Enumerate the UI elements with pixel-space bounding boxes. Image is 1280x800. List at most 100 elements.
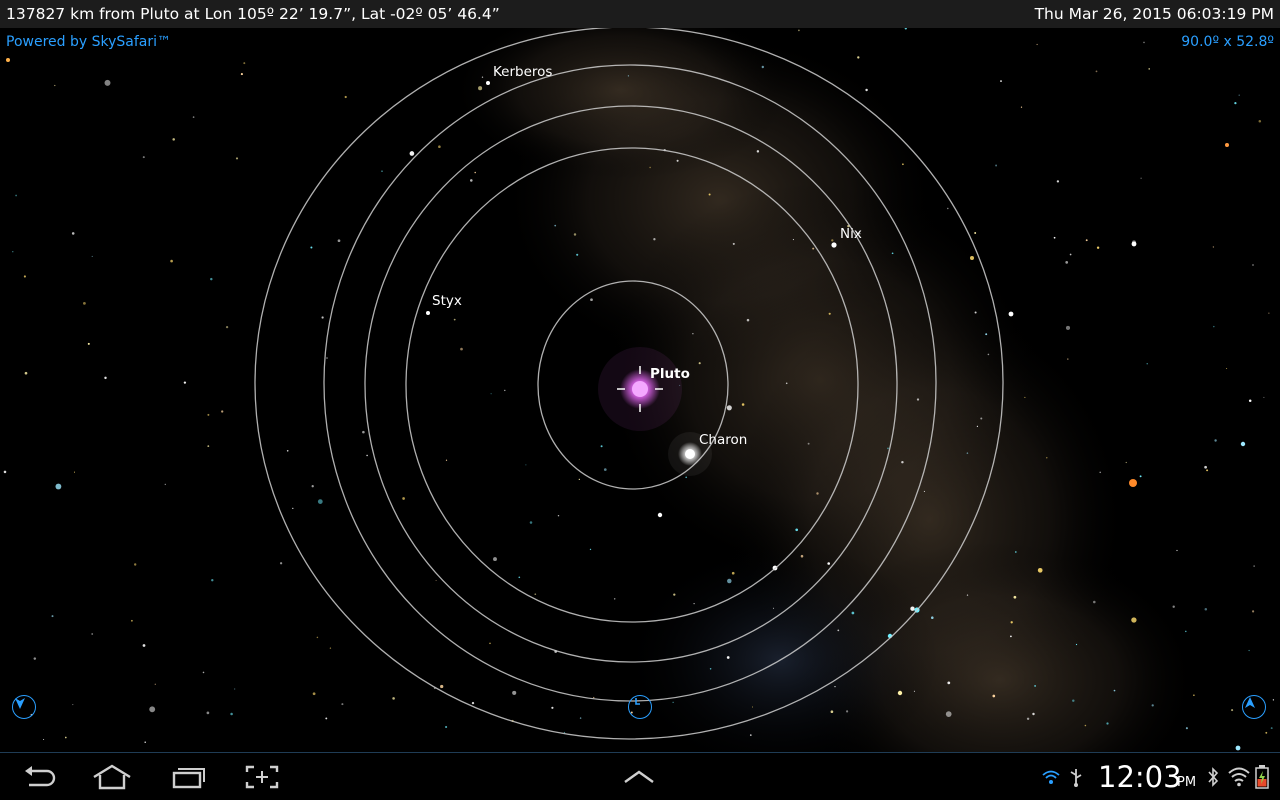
bright-star [1235, 745, 1241, 751]
usb-icon [1068, 767, 1084, 787]
nix-label[interactable]: Nix [840, 226, 862, 242]
star [1036, 43, 1038, 46]
star [1248, 649, 1250, 652]
star [83, 302, 86, 305]
star [512, 690, 517, 695]
star [887, 447, 889, 450]
kerberos-label[interactable]: Kerberos [493, 64, 552, 80]
screenshot-icon [245, 765, 279, 789]
date-time-text[interactable]: Thu Mar 26, 2015 06:03:19 PM [1035, 0, 1274, 28]
star [1265, 731, 1268, 734]
sky-chart[interactable]: Powered by SkySafari™ 90.0º x 52.8º Plut… [0, 28, 1280, 752]
star [603, 468, 607, 471]
star [440, 684, 444, 689]
star [1193, 694, 1195, 696]
compass-up-button[interactable] [1242, 695, 1266, 719]
recent-apps-icon [172, 768, 205, 789]
milky-way-band [450, 28, 1200, 752]
recent-apps-button[interactable] [166, 761, 210, 793]
star [578, 478, 580, 480]
star [1263, 396, 1265, 398]
star [857, 56, 860, 59]
star [992, 694, 996, 698]
star [172, 138, 175, 141]
star [525, 464, 527, 466]
star [904, 28, 907, 30]
star [438, 145, 441, 148]
star [600, 445, 603, 448]
pluto-target[interactable] [598, 347, 682, 431]
star [1248, 399, 1252, 403]
star [827, 562, 831, 565]
powered-by-text[interactable]: Powered by SkySafari™ [6, 34, 171, 50]
pluto-label[interactable]: Pluto [650, 366, 690, 382]
star [316, 636, 319, 639]
back-button[interactable] [17, 761, 61, 793]
star [1053, 236, 1056, 239]
star [183, 381, 187, 384]
star [435, 579, 437, 582]
star [1014, 551, 1017, 553]
star [1046, 457, 1048, 459]
star [192, 116, 195, 118]
charon-label[interactable]: Charon [699, 432, 747, 448]
sky-canvas[interactable] [0, 28, 1280, 752]
star [1069, 253, 1072, 256]
star [785, 382, 788, 385]
system-clock[interactable]: 12:03 [1098, 759, 1182, 795]
star [698, 362, 701, 365]
bright-star [1129, 479, 1137, 487]
star [830, 710, 834, 714]
time-flow-button[interactable] [628, 695, 652, 719]
star [1096, 246, 1100, 249]
star [1037, 567, 1043, 573]
star [409, 151, 415, 156]
star [931, 616, 934, 619]
star [831, 239, 834, 242]
star [453, 318, 456, 321]
star [170, 259, 173, 263]
star [576, 253, 579, 256]
home-button[interactable] [90, 761, 134, 793]
star [807, 442, 810, 445]
wifi-signal-icon [1042, 769, 1060, 785]
star [980, 417, 983, 420]
star [460, 347, 463, 351]
star [317, 499, 323, 504]
star [837, 629, 840, 632]
star [1010, 635, 1012, 638]
star [24, 371, 28, 375]
star [1072, 699, 1075, 702]
styx-label[interactable]: Styx [432, 293, 462, 309]
star [33, 657, 37, 660]
star [554, 224, 557, 227]
app-menu-button[interactable] [617, 761, 661, 793]
star [470, 179, 473, 182]
star [54, 84, 56, 87]
star [1213, 325, 1215, 328]
star [1106, 722, 1109, 725]
star [795, 528, 799, 532]
screenshot-button[interactable] [240, 761, 284, 793]
star [243, 62, 246, 65]
star [235, 157, 239, 160]
star [1270, 727, 1273, 730]
star [741, 403, 745, 406]
star [211, 579, 214, 582]
bright-star [1225, 143, 1229, 147]
star [64, 736, 67, 739]
star [1065, 325, 1071, 330]
star [1204, 607, 1208, 611]
star [55, 483, 62, 490]
compass-down-button[interactable] [12, 695, 36, 719]
star [726, 405, 732, 411]
star [1024, 396, 1026, 398]
star [1234, 101, 1237, 105]
star [311, 485, 314, 488]
star [865, 88, 868, 92]
star [1272, 699, 1275, 701]
star [478, 86, 483, 91]
star [1185, 630, 1187, 633]
star [709, 668, 712, 670]
star [812, 247, 815, 250]
